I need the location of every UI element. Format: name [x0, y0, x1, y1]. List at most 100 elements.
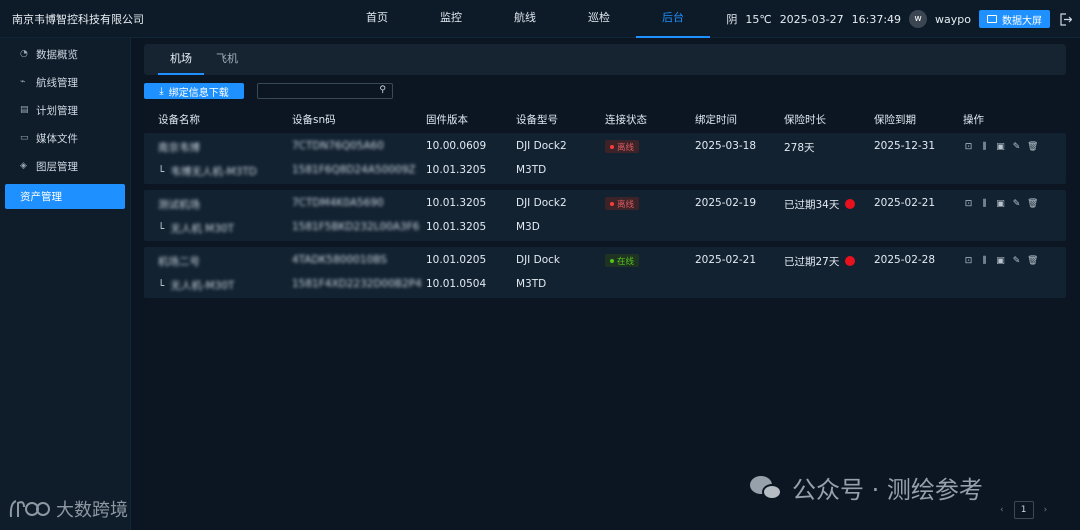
drone-firmware: 10.01.0504	[426, 278, 487, 290]
watermark-right-text: 公众号 · 测绘参考	[792, 476, 983, 504]
tree-branch-icon: └	[158, 223, 165, 235]
delete-icon[interactable]: 🗑	[1027, 256, 1038, 267]
col-insurance: 保险时长	[784, 114, 826, 126]
row-actions: ⊡ ⫼ ▣ ✎ 🗑	[963, 199, 1039, 210]
next-page-icon[interactable]: ›	[1044, 505, 1048, 515]
col-actions: 操作	[963, 114, 984, 126]
sidebar-item-label: 航线管理	[36, 76, 78, 89]
edit-icon[interactable]: ✎	[1011, 256, 1022, 267]
camera-icon[interactable]: ▣	[995, 256, 1006, 267]
status-text: 离线	[617, 142, 635, 153]
sidebar-item-label: 媒体文件	[36, 132, 78, 145]
detail-icon[interactable]: ⊡	[963, 256, 974, 267]
status-text: 在线	[617, 256, 635, 267]
edit-icon[interactable]: ✎	[1011, 199, 1022, 210]
nav-route[interactable]: 航线	[488, 0, 562, 38]
drone-name: └ 无人机 M30T	[158, 221, 234, 236]
config-icon[interactable]: ⫼	[979, 256, 990, 267]
config-icon[interactable]: ⫼	[979, 142, 990, 153]
sidebar-item-plans[interactable]: ▤ 计划管理	[0, 96, 130, 124]
sidebar-item-layers[interactable]: ◈ 图层管理	[0, 152, 130, 180]
avatar[interactable]: w	[909, 10, 928, 28]
drone-name: └ 韦博无人机-M3TD	[158, 164, 257, 179]
top-bar: 南京韦博智控科技有限公司 首页 监控 航线 巡检 后台 阴 15℃ 2025-0…	[0, 0, 1080, 38]
dock-sn: 4TADK5800010BS	[292, 254, 387, 266]
layers-icon: ◈	[20, 161, 27, 171]
username[interactable]: waypo	[935, 13, 971, 26]
brand-logo-icon	[9, 500, 50, 518]
delete-icon[interactable]: 🗑	[1027, 142, 1038, 153]
route-icon: ⌁	[20, 77, 26, 87]
sidebar-item-overview[interactable]: ◔ 数据概览	[0, 40, 130, 68]
pie-icon: ◔	[20, 49, 28, 59]
sidebar-item-label: 资产管理	[20, 191, 62, 203]
calendar-icon: ▤	[20, 105, 29, 115]
dock-name: 南京韦博	[158, 142, 200, 154]
temperature: 15℃	[745, 12, 772, 26]
dock-sn: 7CTDN76Q05A60	[292, 140, 384, 152]
table-header: 设备名称 设备sn码 固件版本 设备型号 连接状态 绑定时间 保险时长 保险到期…	[144, 105, 1066, 133]
folder-icon: ▭	[20, 133, 29, 143]
edit-icon[interactable]: ✎	[1011, 142, 1022, 153]
dock-firmware: 10.01.3205	[426, 197, 487, 209]
clock: 16:37:49	[851, 12, 902, 26]
status-dot	[610, 201, 614, 206]
weather: 阴	[726, 13, 738, 26]
nav-inspection[interactable]: 巡检	[562, 0, 636, 38]
page-button[interactable]: 1	[1013, 501, 1034, 519]
dashboard-button-label: 数据大屏	[1002, 15, 1042, 27]
dock-firmware: 10.01.0205	[426, 254, 487, 266]
insurance-text: 已过期34天	[784, 199, 840, 211]
insurance-duration: 278天	[784, 142, 815, 154]
logout-icon[interactable]	[1058, 12, 1072, 26]
drone-sn: 1581F4XD2232D00B2P4	[292, 278, 422, 290]
nav-home[interactable]: 首页	[340, 0, 414, 38]
drone-model: M3D	[516, 221, 540, 233]
nav-monitor[interactable]: 监控	[414, 0, 488, 38]
insurance-duration: 已过期34天	[784, 197, 856, 212]
toolbar: ⤓ 绑定信息下载 ⚲	[144, 83, 1066, 99]
tree-branch-icon: └	[158, 166, 165, 178]
col-bind-time: 绑定时间	[695, 114, 737, 126]
dock-model: DJI Dock2	[516, 140, 567, 152]
download-label: 绑定信息下载	[168, 87, 229, 99]
sidebar-item-media[interactable]: ▭ 媒体文件	[0, 124, 130, 152]
tab-drone[interactable]: 飞机	[204, 44, 250, 75]
col-expire: 保险到期	[874, 114, 916, 126]
insurance-expire: 2025-02-21	[874, 197, 936, 209]
sidebar-item-assets[interactable]: 资产管理	[5, 184, 125, 209]
col-firmware: 固件版本	[426, 114, 468, 126]
tab-airport[interactable]: 机场	[158, 44, 204, 75]
drone-name: └ 无人机-M30T	[158, 278, 234, 293]
insurance-duration: 已过期27天	[784, 254, 856, 269]
delete-icon[interactable]: 🗑	[1027, 199, 1038, 210]
detail-icon[interactable]: ⊡	[963, 142, 974, 153]
sidebar-item-routes[interactable]: ⌁ 航线管理	[0, 68, 130, 96]
dock-model: DJI Dock2	[516, 197, 567, 209]
status-badge: 离线	[605, 140, 640, 153]
watermark-left-text: 大数跨境	[56, 500, 128, 521]
bind-time: 2025-03-18	[695, 140, 757, 152]
insurance-text: 已过期27天	[784, 256, 840, 268]
drone-firmware: 10.01.3205	[426, 221, 487, 233]
drone-firmware: 10.01.3205	[426, 164, 487, 176]
search-input[interactable]: ⚲	[257, 83, 393, 99]
dashboard-button[interactable]: 数据大屏	[979, 10, 1050, 28]
prev-page-icon[interactable]: ‹	[1000, 505, 1004, 515]
detail-icon[interactable]: ⊡	[963, 199, 974, 210]
nav-backend[interactable]: 后台	[636, 0, 710, 38]
sidebar: ◔ 数据概览 ⌁ 航线管理 ▤ 计划管理 ▭ 媒体文件 ◈ 图层管理 资产管理	[0, 38, 131, 530]
dock-model: DJI Dock	[516, 254, 560, 266]
insurance-expire: 2025-02-28	[874, 254, 936, 266]
status-text: 离线	[617, 199, 635, 210]
dock-sn: 7CTDM4K0A5690	[292, 197, 384, 209]
camera-icon[interactable]: ▣	[995, 142, 1006, 153]
col-sn: 设备sn码	[292, 114, 336, 126]
insurance-expire: 2025-12-31	[874, 140, 936, 152]
col-model: 设备型号	[516, 114, 558, 126]
company-name: 南京韦博智控科技有限公司	[12, 13, 144, 26]
camera-icon[interactable]: ▣	[995, 199, 1006, 210]
config-icon[interactable]: ⫼	[979, 199, 990, 210]
date: 2025-03-27	[779, 12, 844, 26]
download-binding-button[interactable]: ⤓ 绑定信息下载	[144, 83, 244, 99]
